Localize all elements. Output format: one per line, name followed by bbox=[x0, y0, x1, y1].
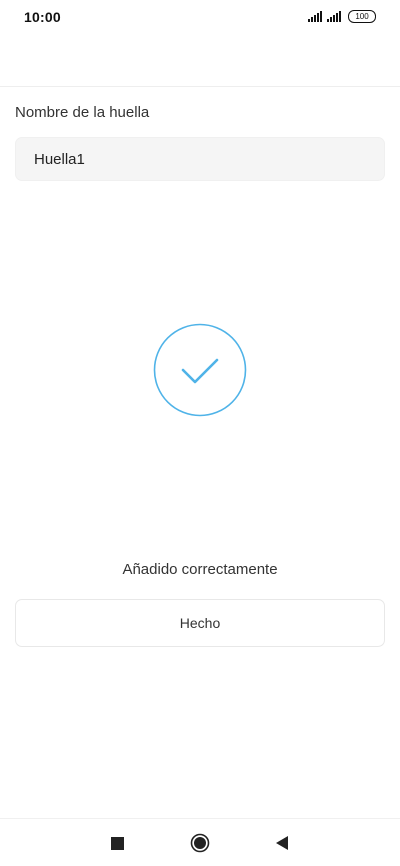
fingerprint-added-screen: 10:00 100 Nombre de la huella Huella1 Añ… bbox=[0, 0, 400, 866]
signal-icon bbox=[327, 11, 341, 22]
navigation-bar bbox=[0, 819, 400, 866]
status-time: 10:00 bbox=[24, 9, 61, 25]
status-bar: 10:00 100 bbox=[0, 0, 400, 34]
back-button[interactable] bbox=[272, 833, 292, 853]
status-icons: 100 bbox=[308, 10, 376, 23]
checkmark-circle-icon bbox=[153, 323, 247, 417]
recents-button[interactable] bbox=[107, 833, 127, 853]
square-icon bbox=[110, 836, 124, 850]
header-divider bbox=[0, 86, 400, 87]
done-button-label: Hecho bbox=[179, 615, 221, 631]
battery-icon: 100 bbox=[348, 10, 376, 23]
fingerprint-name-label: Nombre de la huella bbox=[15, 104, 150, 121]
done-button[interactable]: Hecho bbox=[15, 599, 385, 647]
triangle-back-icon bbox=[276, 836, 288, 850]
fingerprint-name-value: Huella1 bbox=[34, 150, 85, 168]
fingerprint-name-field[interactable]: Huella1 bbox=[15, 137, 385, 181]
circle-icon bbox=[190, 833, 210, 853]
signal-icon bbox=[308, 11, 322, 22]
success-message: Añadido correctamente bbox=[122, 561, 278, 578]
home-button[interactable] bbox=[190, 833, 210, 853]
